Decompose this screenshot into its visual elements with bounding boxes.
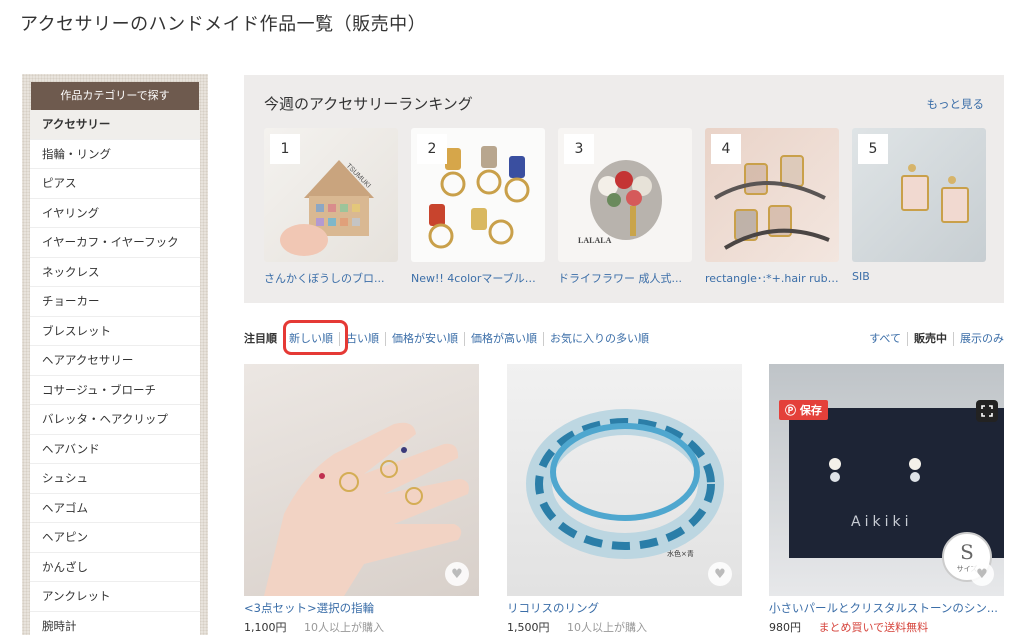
rank-number: 1: [270, 134, 300, 164]
ranking-card[interactable]: 2 New!! 4colorマーブル長...: [411, 128, 545, 286]
purchase-count: 10人以上が購入: [304, 621, 384, 634]
sidebar-item-accessory[interactable]: アクセサリー: [30, 110, 200, 140]
product-image[interactable]: Aikiki Ⓟ 保存 S サイズ ♥: [769, 364, 1004, 596]
filter-all[interactable]: すべて: [863, 332, 907, 346]
filter-on-sale[interactable]: 販売中: [907, 332, 953, 346]
sort-bar: 注目順 新しい順 古い順 価格が安い順 価格が高い順 お気に入りの多い順 すべて…: [244, 332, 1004, 350]
product-card[interactable]: 水色×青 ♥ リコリスのリング 1,500円 10人以上が購入: [507, 364, 742, 635]
sidebar-item-ring[interactable]: 指輪・リング: [30, 140, 200, 169]
ranking-card[interactable]: LALALA 3 ドライフラワー 成人式...: [558, 128, 692, 286]
sidebar-header: 作品カテゴリーで探す: [31, 82, 199, 110]
ranking-more-link[interactable]: もっと見る: [927, 96, 985, 112]
ranking-image[interactable]: LALALA 3: [558, 128, 692, 262]
sort-option-price-high[interactable]: 価格が高い順: [464, 332, 543, 346]
ranking-image[interactable]: 2: [411, 128, 545, 262]
ranking-card[interactable]: 4 rectangle･:*+.hair rubber: [705, 128, 839, 286]
product-meta: 980円 まとめ買いで送料無料: [769, 619, 1004, 635]
ranking-title: 今週のアクセサリーランキング: [264, 95, 473, 113]
rank-number: 4: [711, 134, 741, 164]
ranking-caption[interactable]: rectangle･:*+.hair rubber: [705, 270, 839, 286]
product-price: 1,500円: [507, 621, 550, 634]
sidebar-item-barrette[interactable]: バレッタ・ヘアクリップ: [30, 405, 200, 435]
ranking-card[interactable]: 5 SIB: [852, 128, 986, 283]
sidebar-item-hairband[interactable]: ヘアバンド: [30, 435, 200, 464]
product-card[interactable]: Aikiki Ⓟ 保存 S サイズ ♥ 小さいパールとクリスタルストーンのシン.…: [769, 364, 1004, 635]
highlight-annotation: [283, 320, 348, 355]
sidebar-item-scrunchie[interactable]: シュシュ: [30, 464, 200, 494]
category-list: アクセサリー 指輪・リング ピアス イヤリング イヤーカフ・イヤーフック ネック…: [30, 110, 200, 635]
product-meta: 1,500円 10人以上が購入: [507, 619, 742, 635]
ranking-card[interactable]: TSUMUKI 1 さんかくぼうしのブロ...: [264, 128, 398, 286]
product-image[interactable]: ♥: [244, 364, 479, 596]
product-price: 980円: [769, 621, 801, 634]
category-sidebar: 作品カテゴリーで探す アクセサリー 指輪・リング ピアス イヤリング イヤーカフ…: [22, 74, 208, 635]
favorite-heart-icon[interactable]: ♥: [970, 562, 994, 586]
image-color-label: 水色×青: [667, 549, 694, 558]
ranking-caption[interactable]: ドライフラワー 成人式...: [558, 270, 692, 286]
rank-number: 3: [564, 134, 594, 164]
sidebar-item-anklet[interactable]: アンクレット: [30, 582, 200, 612]
product-card[interactable]: ♥ <3点セット>選択の指輪 1,100円 10人以上が購入: [244, 364, 479, 635]
product-name[interactable]: 小さいパールとクリスタルストーンのシン...: [769, 600, 1004, 616]
brand-label: Aikiki: [851, 514, 913, 530]
ranking-caption[interactable]: SIB: [852, 270, 986, 283]
purchase-count: 10人以上が購入: [567, 621, 647, 634]
ranking-image[interactable]: 4: [705, 128, 839, 262]
product-image[interactable]: 水色×青 ♥: [507, 364, 742, 596]
product-name[interactable]: <3点セット>選択の指輪: [244, 600, 479, 616]
sale-filter: すべて 販売中 展示のみ: [863, 332, 1004, 346]
sidebar-item-watch[interactable]: 腕時計: [30, 612, 200, 635]
rank-number: 2: [417, 134, 447, 164]
page-title: アクセサリーのハンドメイド作品一覧（販売中）: [20, 14, 427, 35]
sort-option-most-favorited[interactable]: お気に入りの多い順: [543, 332, 655, 346]
sidebar-item-kanzashi[interactable]: かんざし: [30, 553, 200, 582]
product-price: 1,100円: [244, 621, 287, 634]
sidebar-item-pierce[interactable]: ピアス: [30, 169, 200, 199]
sidebar-item-ear-cuff[interactable]: イヤーカフ・イヤーフック: [30, 228, 200, 258]
sidebar-item-choker[interactable]: チョーカー: [30, 287, 200, 317]
sidebar-item-necklace[interactable]: ネックレス: [30, 258, 200, 287]
pin-save-button[interactable]: Ⓟ 保存: [779, 400, 828, 420]
sidebar-item-earring[interactable]: イヤリング: [30, 199, 200, 228]
lalala-label: LALALA: [578, 236, 612, 245]
size-letter: S: [960, 540, 974, 564]
favorite-heart-icon[interactable]: ♥: [445, 562, 469, 586]
product-meta: 1,100円 10人以上が購入: [244, 619, 479, 635]
ranking-image[interactable]: 5: [852, 128, 986, 262]
sidebar-item-hair-tie[interactable]: ヘアゴム: [30, 494, 200, 523]
ranking-caption[interactable]: さんかくぼうしのブロ...: [264, 270, 398, 286]
rank-number: 5: [858, 134, 888, 164]
ranking-caption[interactable]: New!! 4colorマーブル長...: [411, 270, 545, 286]
filter-display-only[interactable]: 展示のみ: [953, 332, 1004, 346]
favorite-heart-icon[interactable]: ♥: [708, 562, 732, 586]
licorice-ring-image: 水色×青: [526, 409, 724, 559]
sidebar-item-corsage-brooch[interactable]: コサージュ・ブローチ: [30, 376, 200, 405]
rings-on-hand-image: [264, 422, 469, 596]
product-name[interactable]: リコリスのリング: [507, 600, 742, 616]
free-shipping-note: まとめ買いで送料無料: [818, 621, 929, 634]
sort-option-price-low[interactable]: 価格が安い順: [385, 332, 464, 346]
sort-option-popular[interactable]: 注目順: [244, 332, 283, 346]
sidebar-item-hairpin[interactable]: ヘアピン: [30, 523, 200, 553]
ranking-image[interactable]: TSUMUKI 1: [264, 128, 398, 262]
save-label: 保存: [799, 404, 822, 417]
sidebar-item-bracelet[interactable]: ブレスレット: [30, 317, 200, 346]
sidebar-item-hair-accessory[interactable]: ヘアアクセサリー: [30, 346, 200, 376]
expand-icon[interactable]: [976, 400, 998, 422]
pin-icon: Ⓟ: [785, 404, 796, 417]
weekly-ranking-panel: 今週のアクセサリーランキング もっと見る TSUMUKI 1 さんかくぼうしのブ…: [244, 75, 1004, 303]
